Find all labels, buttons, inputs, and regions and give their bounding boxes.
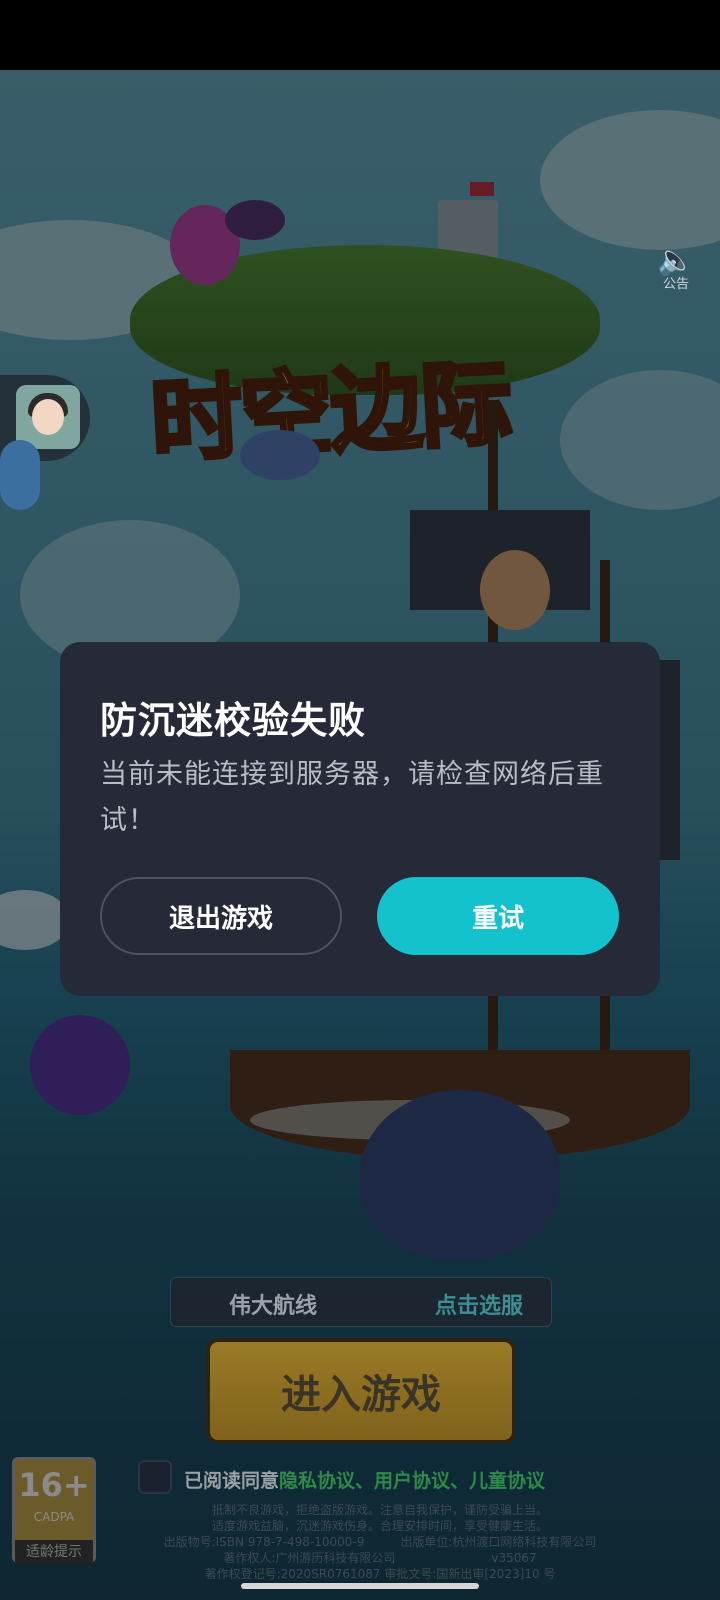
sound-label: 公告 — [662, 277, 689, 292]
agreement-prefix: 已阅读同意 — [184, 1470, 280, 1492]
fine-print-line: 著作权登记号:2020SR0761087 审批文号:国新出审[2023]10 号 — [204, 1567, 556, 1581]
dialog-message: 当前未能连接到服务器，请检查网络后重试！ — [100, 759, 604, 836]
agreement-links[interactable]: 隐私协议、用户协议、儿童协议 — [279, 1470, 545, 1492]
status-bar — [0, 0, 720, 70]
server-name: 伟大航线 — [229, 1294, 318, 1319]
retry-button[interactable]: 重试 — [377, 877, 619, 955]
agreement-text: 已阅读同意隐私协议、用户协议、儿童协议 — [184, 1466, 545, 1493]
fine-print-line: 出版物号:ISBN 978-7-498-10000-9 出版单位:杭州渡口网络科… — [163, 1535, 597, 1549]
exit-game-button[interactable]: 退出游戏 — [100, 877, 342, 955]
fine-print-line: 抵制不良游戏，拒绝盗版游戏。注意自我保护，谨防受骗上当。 — [211, 1503, 548, 1517]
floating-monkey-icon[interactable] — [0, 440, 40, 510]
dialog-title: 防沉迷校验失败 — [100, 699, 366, 742]
enter-game-button[interactable]: 进入游戏 — [206, 1338, 516, 1444]
age-rating-number: 16+ — [18, 1466, 90, 1504]
agreement-checkbox[interactable] — [138, 1460, 172, 1494]
avatar[interactable] — [16, 385, 80, 449]
server-selector[interactable]: 伟大航线 点击选服 — [170, 1277, 552, 1327]
age-rating-badge[interactable]: 16+ CADPA 适龄提示 — [12, 1457, 96, 1564]
avatar-face — [32, 399, 64, 435]
speaker-icon: 🔈 — [657, 243, 695, 278]
age-rating-org: CADPA — [33, 1510, 75, 1524]
sound-toggle-button[interactable]: 🔈 公告 — [652, 245, 700, 295]
fine-print-line: 著作权人:广州游历科技有限公司 v35067 — [223, 1551, 537, 1565]
age-rating-tip: 适龄提示 — [15, 1540, 93, 1564]
anti-addiction-dialog: 防沉迷校验失败 当前未能连接到服务器，请检查网络后重试！ 退出游戏 重试 — [60, 642, 660, 996]
select-server-link[interactable]: 点击选服 — [435, 1288, 523, 1320]
home-indicator[interactable] — [241, 1583, 479, 1589]
fine-print-line: 适度游戏益脑，沉迷游戏伤身。合理安排时间，享受健康生活。 — [211, 1519, 548, 1533]
